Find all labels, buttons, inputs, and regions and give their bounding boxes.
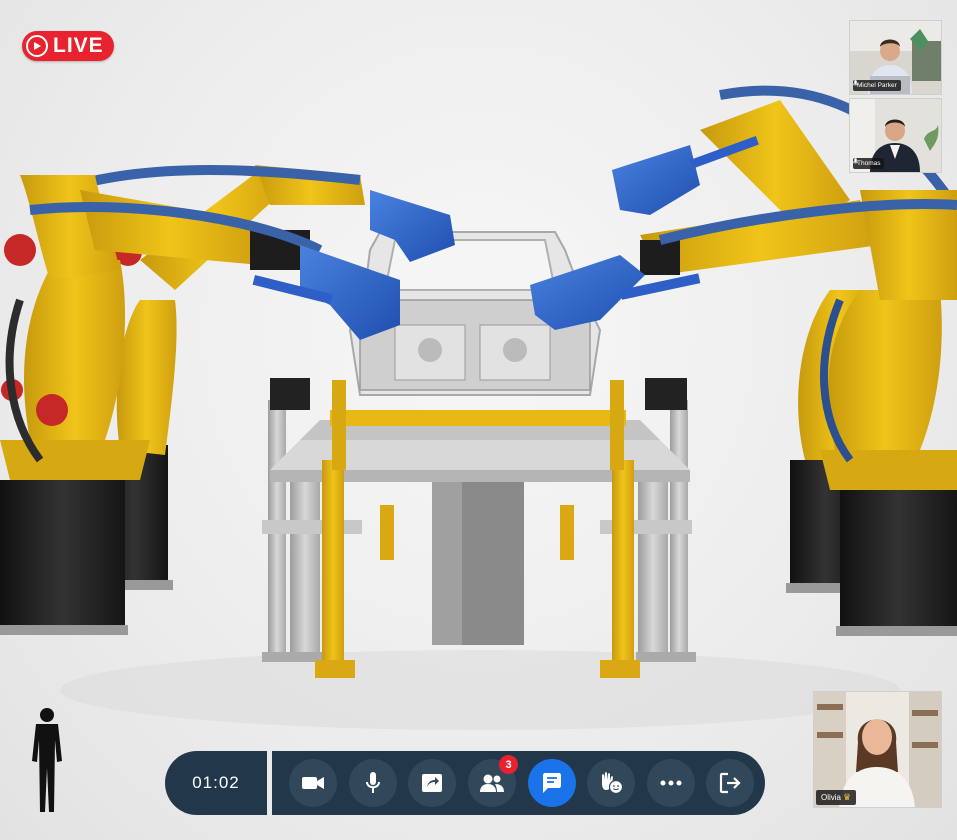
leave-call-icon [719, 772, 741, 794]
microphone-icon [853, 80, 858, 86]
human-scale-icon [32, 708, 62, 812]
call-timer-text: 01:02 [192, 773, 240, 792]
participant-tile-thomas[interactable]: Thomas [849, 98, 942, 173]
participant-name-tag: Michel Parker [853, 80, 901, 91]
participant-count-badge: 3 [499, 755, 518, 774]
live-badge: LIVE [22, 31, 114, 61]
participant-name: Olivia [821, 793, 842, 802]
camera-toggle-button[interactable] [289, 759, 337, 807]
screen-share-button[interactable] [408, 759, 456, 807]
crown-icon: ♛ [843, 792, 852, 802]
screen-share-icon [422, 774, 442, 792]
microphone-icon [853, 158, 858, 164]
video-camera-icon [302, 777, 324, 789]
call-timer: 01:02 [165, 751, 267, 815]
live-label: LIVE [53, 34, 104, 57]
microphone-icon [366, 772, 380, 793]
more-options-button[interactable] [647, 759, 695, 807]
participant-tile-michel-parker[interactable]: Michel Parker [849, 20, 942, 95]
chat-icon [543, 773, 561, 793]
participant-name-tag: Thomas [853, 158, 885, 169]
chat-button[interactable] [528, 759, 576, 807]
participant-tile-olivia[interactable]: Olivia ♛ [813, 691, 942, 808]
more-options-icon [660, 780, 682, 786]
participant-name: Thomas [857, 160, 881, 167]
call-controls-bar: 3 [272, 751, 765, 815]
participant-name-tag: Olivia ♛ [816, 790, 857, 805]
reactions-icon [602, 772, 624, 795]
participants-button[interactable]: 3 [468, 755, 518, 807]
microphone-toggle-button[interactable] [349, 759, 397, 807]
reactions-button[interactable] [587, 759, 635, 807]
play-circle-icon [26, 35, 48, 57]
leave-call-button[interactable] [706, 759, 754, 807]
participants-icon [480, 774, 504, 792]
participant-name: Michel Parker [857, 82, 897, 89]
